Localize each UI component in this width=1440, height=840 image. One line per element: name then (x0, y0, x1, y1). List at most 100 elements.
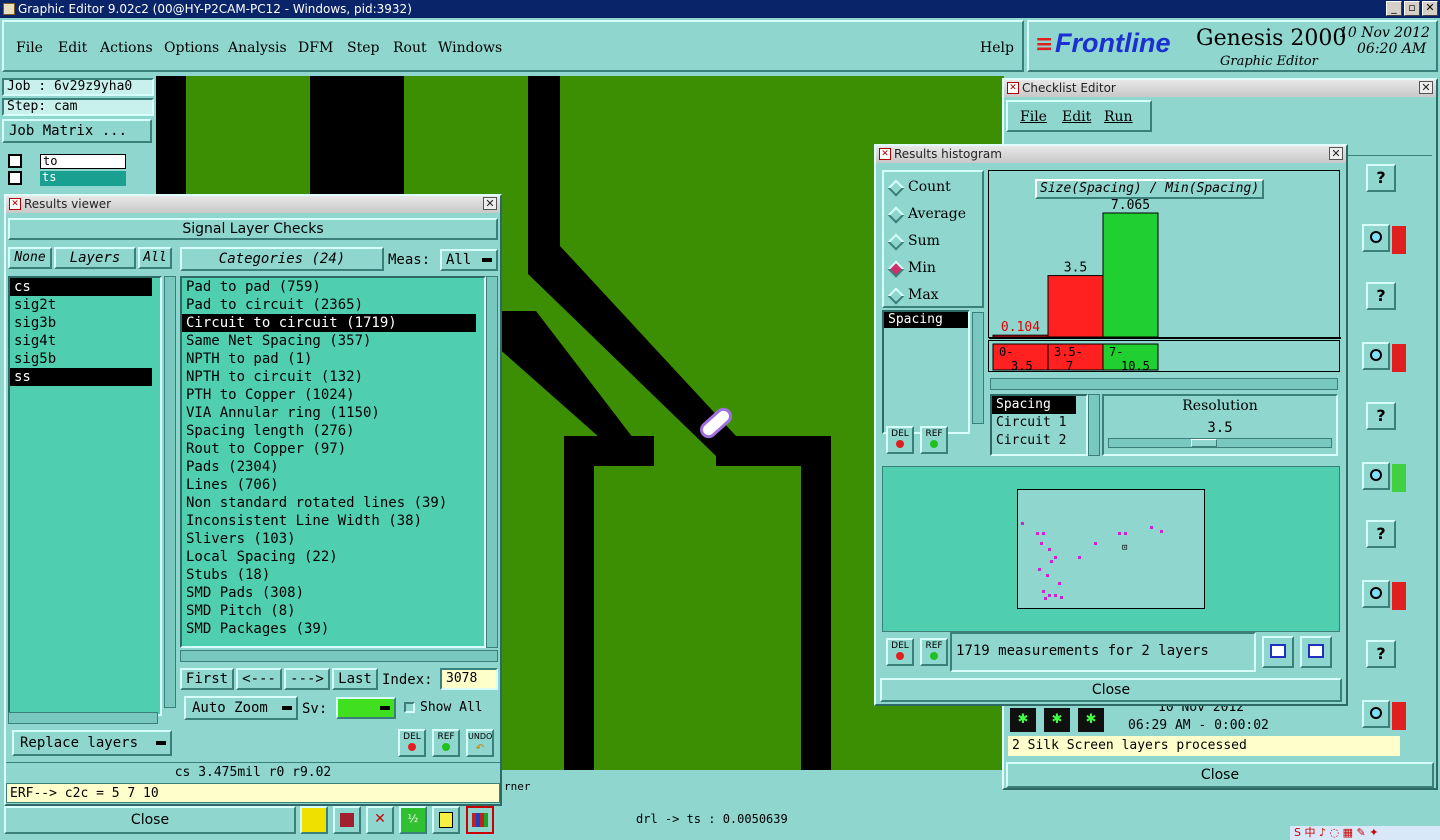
category-list-item[interactable]: Pad to circuit (2365) (182, 296, 476, 314)
checklist-menu-run[interactable]: Run (1104, 109, 1133, 125)
layer-list-item[interactable]: sig2t (10, 296, 152, 314)
category-list-item[interactable]: SMD Packages (39) (182, 620, 476, 638)
prop-circuit-1[interactable]: Circuit 1 (992, 414, 1086, 432)
menu-step[interactable]: Step (347, 40, 379, 56)
category-list-item[interactable]: Rout to Copper (97) (182, 440, 476, 458)
mode-radio[interactable] (887, 233, 905, 251)
hist-ref-button[interactable]: REF (920, 426, 948, 454)
help-button[interactable]: ? (1366, 164, 1396, 192)
category-list-item[interactable]: Spacing length (276) (182, 422, 476, 440)
maximize-button[interactable]: ▫ (1404, 1, 1420, 16)
menu-file[interactable]: File (16, 40, 43, 56)
results-viewer-close-button[interactable]: Close (4, 806, 296, 834)
layer-list-hscrollbar[interactable] (8, 712, 158, 724)
layer-checkbox[interactable] (8, 154, 22, 168)
checklist-close-button[interactable]: Close (1006, 762, 1434, 788)
help-button[interactable]: ? (1366, 402, 1396, 430)
index-input[interactable]: 3078 (440, 668, 498, 690)
layer-ts[interactable]: ts (40, 171, 126, 186)
menu-windows[interactable]: Windows (438, 40, 502, 56)
category-list-item[interactable]: Local Spacing (22) (182, 548, 476, 566)
layer-checkbox[interactable] (8, 171, 22, 185)
category-list-item[interactable]: PTH to Copper (1024) (182, 386, 476, 404)
last-button[interactable]: Last (332, 668, 378, 690)
histogram-hscrollbar[interactable] (990, 378, 1338, 390)
category-list-item[interactable]: SMD Pitch (8) (182, 602, 476, 620)
category-list-item[interactable]: VIA Annular ring (1150) (182, 404, 476, 422)
mode-radio[interactable] (887, 260, 905, 278)
zoom-icon[interactable] (1362, 342, 1390, 370)
all-button[interactable]: All (138, 247, 172, 269)
undo-button[interactable]: UNDO ↶ (466, 729, 494, 757)
histogram-bar[interactable] (992, 334, 1049, 338)
close-icon[interactable]: ✕ (483, 197, 497, 210)
job-matrix-button[interactable]: Job Matrix ... (2, 119, 152, 143)
category-list-item[interactable]: Circuit to circuit (1719) (182, 314, 476, 332)
help-button[interactable]: ? (1366, 520, 1396, 548)
run-icon[interactable]: ✱ (1044, 708, 1070, 732)
measure-list[interactable]: Spacing (882, 310, 970, 434)
del-button[interactable]: DEL (398, 729, 426, 757)
signal-layer-checks-header[interactable]: Signal Layer Checks (8, 218, 498, 240)
category-list[interactable]: Pad to pad (759) Pad to circuit (2365) Cir… (180, 276, 486, 648)
menu-analysis[interactable]: Analysis (228, 40, 287, 56)
layer-list-item[interactable]: cs (10, 278, 152, 296)
number-12-icon[interactable]: ½ (399, 806, 427, 834)
category-list-item[interactable]: Same Net Spacing (357) (182, 332, 476, 350)
histogram-icon[interactable] (466, 806, 494, 834)
scatter-ref-button[interactable]: REF (920, 638, 948, 666)
export-icon[interactable] (1262, 636, 1294, 668)
meas-dropdown[interactable]: All (440, 249, 498, 271)
sv-color-dropdown[interactable] (336, 697, 396, 719)
mode-label-sum[interactable]: Sum (908, 233, 940, 249)
props-list[interactable]: Spacing Circuit 1 Circuit 2 (990, 394, 1088, 456)
measure-scrollbar[interactable] (972, 312, 984, 424)
category-list-item[interactable]: Inconsistent Line Width (38) (182, 512, 476, 530)
next-button[interactable]: ---> (284, 668, 330, 690)
category-list-item[interactable]: Slivers (103) (182, 530, 476, 548)
notes-icon[interactable] (432, 806, 460, 834)
category-list-scrollbar[interactable] (486, 276, 498, 648)
prev-button[interactable]: <--- (236, 668, 282, 690)
close-window-button[interactable]: ✕ (1422, 1, 1438, 16)
zoom-icon[interactable] (1362, 224, 1390, 252)
run-icon[interactable]: ✱ (1010, 708, 1036, 732)
layer-list-scrollbar[interactable] (164, 276, 176, 708)
prop-circuit-2[interactable]: Circuit 2 (992, 432, 1086, 450)
menu-help[interactable]: Help (980, 40, 1014, 56)
mode-radio[interactable] (887, 287, 905, 305)
category-list-hscrollbar[interactable] (180, 650, 498, 662)
resolution-slider[interactable] (1108, 438, 1332, 448)
prop-spacing[interactable]: Spacing (992, 396, 1076, 414)
props-scrollbar[interactable] (1088, 394, 1100, 456)
menu-actions[interactable]: Actions (100, 40, 153, 56)
layer-list-item[interactable]: sig3b (10, 314, 152, 332)
hist-del-button[interactable]: DEL (886, 426, 914, 454)
ref-button[interactable]: REF (432, 729, 460, 757)
layer-to[interactable]: to (40, 154, 126, 169)
measure-spacing[interactable]: Spacing (884, 312, 968, 328)
run-icon[interactable]: ✱ (1078, 708, 1104, 732)
layers-button[interactable]: Layers (54, 247, 136, 269)
erf-field[interactable]: ERF--> c2c = 5 7 10 (6, 783, 500, 803)
layer-list-item[interactable]: sig4t (10, 332, 152, 350)
category-list-item[interactable]: SMD Pads (308) (182, 584, 476, 602)
menu-options[interactable]: Options (164, 40, 219, 56)
resolution-slider-thumb[interactable] (1191, 439, 1217, 447)
category-list-item[interactable]: Non standard rotated lines (39) (182, 494, 476, 512)
auto-zoom-dropdown[interactable]: Auto Zoom (184, 696, 298, 720)
mode-radio[interactable] (887, 179, 905, 197)
menu-rout[interactable]: Rout (393, 40, 427, 56)
close-icon[interactable]: ✕ (1329, 147, 1343, 160)
category-list-item[interactable]: NPTH to pad (1) (182, 350, 476, 368)
mode-label-count[interactable]: Count (908, 179, 951, 195)
scatter-del-button[interactable]: DEL (886, 638, 914, 666)
zoom-icon[interactable] (1362, 462, 1390, 490)
category-list-item[interactable]: Pad to pad (759) (182, 278, 476, 296)
mode-label-max[interactable]: Max (908, 287, 939, 303)
category-list-item[interactable]: Stubs (18) (182, 566, 476, 584)
category-list-item[interactable]: Lines (706) (182, 476, 476, 494)
help-button[interactable]: ? (1366, 640, 1396, 668)
bar-chart-icon[interactable] (300, 806, 328, 834)
layer-list-item[interactable]: sig5b (10, 350, 152, 368)
